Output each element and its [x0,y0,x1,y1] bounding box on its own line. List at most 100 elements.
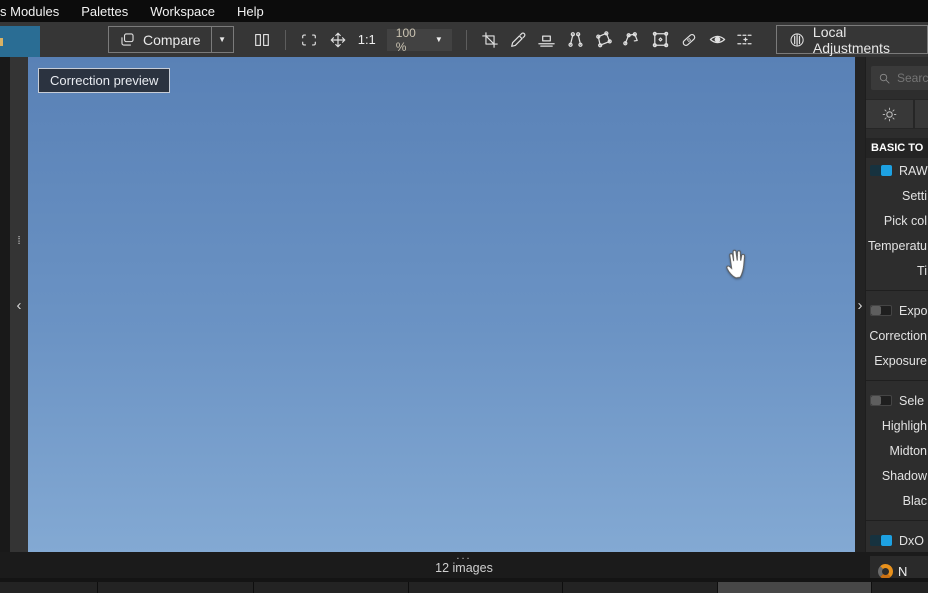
filmstrip-thumbnail[interactable] [98,582,253,593]
row-pick-color[interactable]: Pick col [866,208,928,233]
filmstrip-thumbnail[interactable] [563,582,717,593]
row-shadows[interactable]: Shadow [866,463,928,488]
drag-grip-icon[interactable]: ⁞ [10,236,28,247]
compare-button[interactable]: Compare ▼ [108,26,234,53]
row-exposure-compensation[interactable]: Expo [866,298,928,323]
next-palette-tab[interactable] [915,100,928,128]
compare-dropdown-arrow[interactable]: ▼ [210,27,233,52]
rect-points-icon [652,31,669,48]
row-label: Blac [902,493,927,508]
row-midtones[interactable]: Midton [866,438,928,463]
search-box[interactable] [871,66,928,90]
row-label: Ti [917,263,927,278]
compare-icon [121,33,134,46]
menu-workspace[interactable]: Workspace [139,0,226,22]
toolbar: Compare ▼ 1:1 100 % ▼ Local Adjustments [0,22,928,57]
search-input[interactable] [897,71,928,85]
eye-icon [709,35,725,44]
toggle-off-icon[interactable] [870,395,892,406]
row-tint[interactable]: Ti [866,258,928,283]
pan-tool-button[interactable] [325,26,349,53]
active-workspace-tab[interactable] [0,26,40,57]
row-label: Sele [899,393,925,408]
sun-icon [882,107,897,121]
image-viewer[interactable]: Correction preview [28,57,855,552]
menu-help[interactable]: Help [226,0,275,22]
free-points-icon [623,32,639,46]
row-correction[interactable]: Correction [866,323,928,348]
section-header-basic-tools[interactable]: BASIC TO [866,138,928,158]
split-view-button[interactable] [250,26,274,53]
eyedropper-icon [511,32,526,47]
menu-palettes[interactable]: Palettes [70,0,139,22]
filmstrip-thumbnail[interactable] [409,582,562,593]
left-edge-rail [0,57,10,552]
filmstrip-thumbnail[interactable] [872,582,928,593]
row-label: Correction [869,328,927,343]
row-temperature[interactable]: Temperatu [866,233,928,258]
row-label: Temperatu [867,238,927,253]
white-balance-picker-button[interactable] [506,26,530,53]
rectangle-perspective-button[interactable] [648,26,672,53]
toolbar-separator [285,29,286,50]
horizon-icon [538,35,555,47]
tab-icon-sliver [0,38,3,46]
filmstrip-thumbnail[interactable] [254,582,408,593]
filmstrip-thumbnail[interactable] [0,582,97,593]
toggle-on-icon[interactable] [870,535,892,546]
toggle-off-icon[interactable] [870,305,892,316]
row-setting[interactable]: Setti [866,183,928,208]
dashed-blur-icon [737,34,754,45]
zoom-1-1-button[interactable]: 1:1 [358,32,376,47]
local-adjustments-button[interactable]: Local Adjustments [775,24,928,56]
row-label: Setti [901,188,927,203]
compare-label: Compare [143,31,201,48]
toggle-on-icon[interactable] [870,165,892,176]
row-dxo-smart-lighting[interactable]: DxO [866,528,928,552]
fit-to-screen-button[interactable] [297,26,321,53]
repair-icon [682,33,696,46]
collapse-right-panel-chevron-icon[interactable]: › [855,297,865,314]
panel-divider [866,380,928,381]
row-selective-tone[interactable]: Sele [866,388,928,413]
image-count-label: 12 images [435,561,493,575]
row-label: Highligh [881,418,927,433]
search-icon [879,73,890,83]
right-panel-gutter: › [855,57,865,552]
panel-divider [866,290,928,291]
fit-to-screen-icon [302,33,316,46]
force-parallel-button[interactable] [563,26,587,53]
miniature-effect-button[interactable] [733,26,757,53]
main-area: ⁞ ‹ Correction preview › Searc BASIC TO … [0,57,928,552]
hand-cursor-icon [726,249,746,279]
palette-tab-row [866,99,928,129]
toolbar-separator [465,29,467,50]
local-adjustments-icon [790,32,804,47]
row-label: Exposure [874,353,927,368]
row-blacks[interactable]: Blac [866,488,928,513]
nik-collection-label: N [898,563,908,579]
left-palette-rail: ⁞ ‹ [10,57,28,552]
free-perspective-button[interactable] [620,26,644,53]
row-highlights[interactable]: Highligh [866,413,928,438]
filmstrip-thumbnail-selected[interactable] [718,582,871,593]
quad-points-icon [596,31,612,48]
horizon-tool-button[interactable] [534,26,558,53]
menu-modules[interactable]: s Modules [0,0,70,22]
perspective-4point-button[interactable] [591,26,615,53]
photolab-window: s Modules Palettes Workspace Help Compar… [0,0,928,593]
split-view-icon [254,33,269,46]
light-palette-tab[interactable] [866,100,913,128]
parallel-lines-icon [568,32,583,47]
zoom-level-dropdown[interactable]: 100 % ▼ [386,26,452,54]
repair-tool-button[interactable] [677,26,701,53]
zoom-dropdown-arrow: ▼ [434,35,443,44]
row-raw-white-balance[interactable]: RAW [866,158,928,183]
collapse-left-panel-chevron-icon[interactable]: ‹ [10,297,28,314]
crop-tool-button[interactable] [478,26,502,53]
right-panel: BASIC TO RAW Setti Pick col Temperatu Ti… [865,57,928,552]
row-label: DxO [899,533,924,548]
row-label: Shadow [881,468,927,483]
row-exposure[interactable]: Exposure [866,348,928,373]
red-eye-tool-button[interactable] [705,26,729,53]
